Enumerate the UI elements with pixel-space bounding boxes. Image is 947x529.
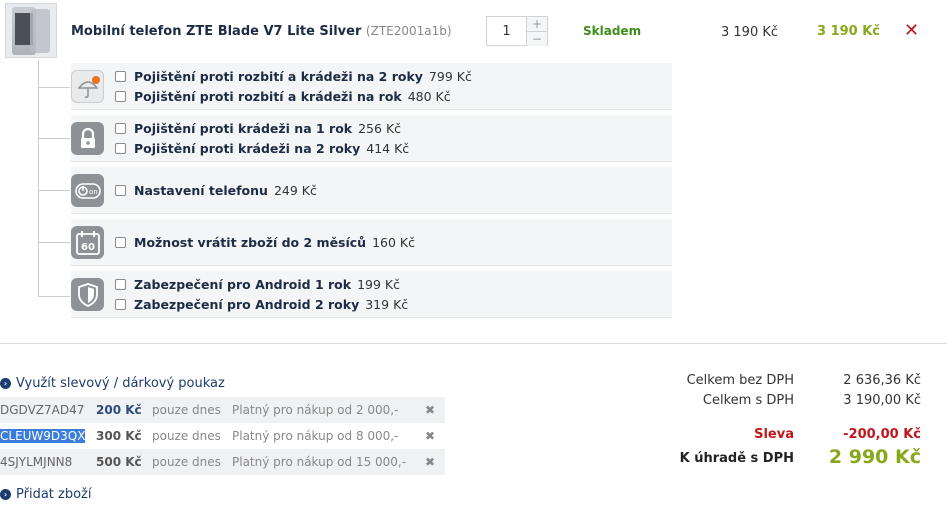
voucher-row[interactable]: 4SJYLMJNN8 500 Kč pouze dnes Platný pro … — [0, 449, 445, 475]
product-name-link[interactable]: Mobilní telefon ZTE Blade V7 Lite Silver… — [71, 24, 452, 39]
phone-back-image — [30, 8, 50, 53]
add-goods-link[interactable]: › Přidat zboží — [0, 487, 91, 502]
quantity-minus-button[interactable]: − — [527, 32, 547, 46]
to-pay-value: 2 990 Kč — [828, 446, 921, 468]
service-group-damage-insurance: Pojištění proti rozbití a krádeži na 2 r… — [71, 63, 672, 110]
tree-branch — [38, 87, 70, 88]
product-code: (ZTE2001a1b) — [365, 24, 452, 38]
quantity-plus-button[interactable]: + — [527, 17, 547, 32]
to-pay-label: K úhradě s DPH — [679, 451, 794, 466]
discount-label: Sleva — [754, 427, 794, 442]
service-group-phone-setup: on Nastavení telefonu 249 Kč — [71, 167, 672, 214]
service-price: 256 Kč — [358, 121, 402, 136]
service-group-android-security: Zabezpečení pro Android 1 rok 199 Kč Zab… — [71, 271, 672, 318]
service-checkbox[interactable] — [115, 237, 126, 248]
voucher-row[interactable]: DGDVZ7AD47 200 Kč pouze dnes Platný pro … — [0, 397, 445, 423]
service-name: Pojištění proti rozbití a krádeži na rok — [134, 89, 402, 104]
voucher-remove-button[interactable]: ✖ — [425, 455, 435, 469]
product-name: Mobilní telefon ZTE Blade V7 Lite Silver — [71, 24, 362, 39]
calendar-60-icon: 60 — [71, 226, 104, 259]
voucher-validity: pouze dnes — [152, 429, 221, 443]
service-name: Zabezpečení pro Android 2 roky — [134, 297, 360, 312]
service-group-theft-insurance: Pojištění proti krádeži na 1 rok 256 Kč … — [71, 115, 672, 162]
total-without-vat: 2 636,36 Kč — [843, 373, 921, 388]
service-checkbox[interactable] — [115, 185, 126, 196]
service-price: 319 Kč — [365, 297, 409, 312]
service-name: Nastavení telefonu — [134, 183, 268, 198]
service-price: 249 Kč — [273, 183, 317, 198]
voucher-amount: 300 Kč — [96, 429, 142, 443]
voucher-link-label: Využít slevový / dárkový poukaz — [16, 376, 225, 391]
calendar-60-text: 60 — [81, 242, 95, 253]
service-option[interactable]: Zabezpečení pro Android 1 rok 199 Kč — [115, 277, 400, 292]
chevron-right-icon: › — [0, 378, 11, 389]
tree-branch — [38, 138, 70, 139]
total-without-vat-label: Celkem bez DPH — [686, 373, 794, 388]
service-option[interactable]: Možnost vrátit zboží do 2 měsíců 160 Kč — [115, 235, 415, 250]
product-image[interactable] — [5, 3, 57, 58]
service-checkbox[interactable] — [115, 279, 126, 290]
service-price: 160 Kč — [372, 235, 415, 250]
insurance-damage-icon — [71, 70, 104, 103]
service-checkbox[interactable] — [115, 71, 126, 82]
voucher-amount: 200 Kč — [96, 403, 142, 417]
total-with-vat: 3 190,00 Kč — [843, 393, 921, 408]
add-goods-label: Přidat zboží — [16, 487, 92, 502]
discount-value: -200,00 Kč — [843, 427, 921, 442]
service-option[interactable]: Pojištění proti rozbití a krádeži na rok… — [115, 89, 451, 104]
service-name: Pojištění proti krádeži na 2 roky — [134, 141, 361, 156]
tree-branch — [38, 296, 70, 297]
tree-line — [38, 60, 39, 297]
stock-status: Skladem — [583, 24, 642, 38]
service-name: Pojištění proti rozbití a krádeži na 2 r… — [134, 69, 423, 84]
section-divider — [0, 343, 947, 344]
voucher-row[interactable]: CLEUW9D3QX 300 Kč pouze dnes Platný pro … — [0, 423, 445, 449]
total-with-vat-label: Celkem s DPH — [702, 393, 794, 408]
shield-icon — [71, 278, 104, 311]
service-price: 414 Kč — [366, 141, 410, 156]
service-group-return: 60 Možnost vrátit zboží do 2 měsíců 160 … — [71, 219, 672, 266]
voucher-list: DGDVZ7AD47 200 Kč pouze dnes Platný pro … — [0, 397, 445, 475]
quantity-input[interactable]: 1 — [487, 17, 527, 45]
voucher-condition: Platný pro nákup od 2 000,- — [232, 403, 399, 417]
service-checkbox[interactable] — [115, 299, 126, 310]
service-name: Zabezpečení pro Android 1 rok — [134, 277, 352, 292]
remove-item-button[interactable]: ✕ — [904, 20, 919, 41]
svg-text:on: on — [89, 188, 98, 196]
service-option[interactable]: Pojištění proti rozbití a krádeži na 2 r… — [115, 69, 472, 84]
voucher-link[interactable]: › Využít slevový / dárkový poukaz — [0, 376, 225, 391]
voucher-remove-button[interactable]: ✖ — [425, 429, 435, 443]
service-option[interactable]: Nastavení telefonu 249 Kč — [115, 183, 317, 198]
service-checkbox[interactable] — [115, 143, 126, 154]
voucher-validity: pouze dnes — [152, 403, 221, 417]
voucher-code: DGDVZ7AD47 — [0, 403, 85, 417]
voucher-condition: Platný pro nákup od 8 000,- — [232, 429, 399, 443]
service-name: Možnost vrátit zboží do 2 měsíců — [134, 235, 367, 250]
service-option[interactable]: Pojištění proti krádeži na 2 roky 414 Kč — [115, 141, 409, 156]
service-price: 799 Kč — [428, 69, 472, 84]
service-option[interactable]: Pojištění proti krádeži na 1 rok 256 Kč — [115, 121, 401, 136]
service-price: 480 Kč — [407, 89, 451, 104]
quantity-stepper[interactable]: 1 + − — [486, 16, 548, 46]
voucher-remove-button[interactable]: ✖ — [425, 403, 435, 417]
chevron-right-icon: › — [0, 489, 11, 500]
service-name: Pojištění proti krádeži na 1 rok — [134, 121, 353, 136]
voucher-code: CLEUW9D3QX — [0, 429, 86, 443]
lock-icon — [71, 122, 104, 155]
voucher-code: 4SJYLMJNN8 — [0, 455, 73, 469]
service-option[interactable]: Zabezpečení pro Android 2 roky 319 Kč — [115, 297, 408, 312]
voucher-amount: 500 Kč — [96, 455, 142, 469]
service-checkbox[interactable] — [115, 123, 126, 134]
tree-branch — [38, 242, 70, 243]
voucher-validity: pouze dnes — [152, 455, 221, 469]
service-price: 199 Kč — [357, 277, 400, 292]
tree-branch — [38, 190, 70, 191]
phone-setup-icon: on — [71, 174, 104, 207]
service-checkbox[interactable] — [115, 91, 126, 102]
unit-price: 3 190 Kč — [721, 25, 779, 40]
voucher-condition: Platný pro nákup od 15 000,- — [232, 455, 407, 469]
line-total-price: 3 190 Kč — [817, 24, 881, 39]
